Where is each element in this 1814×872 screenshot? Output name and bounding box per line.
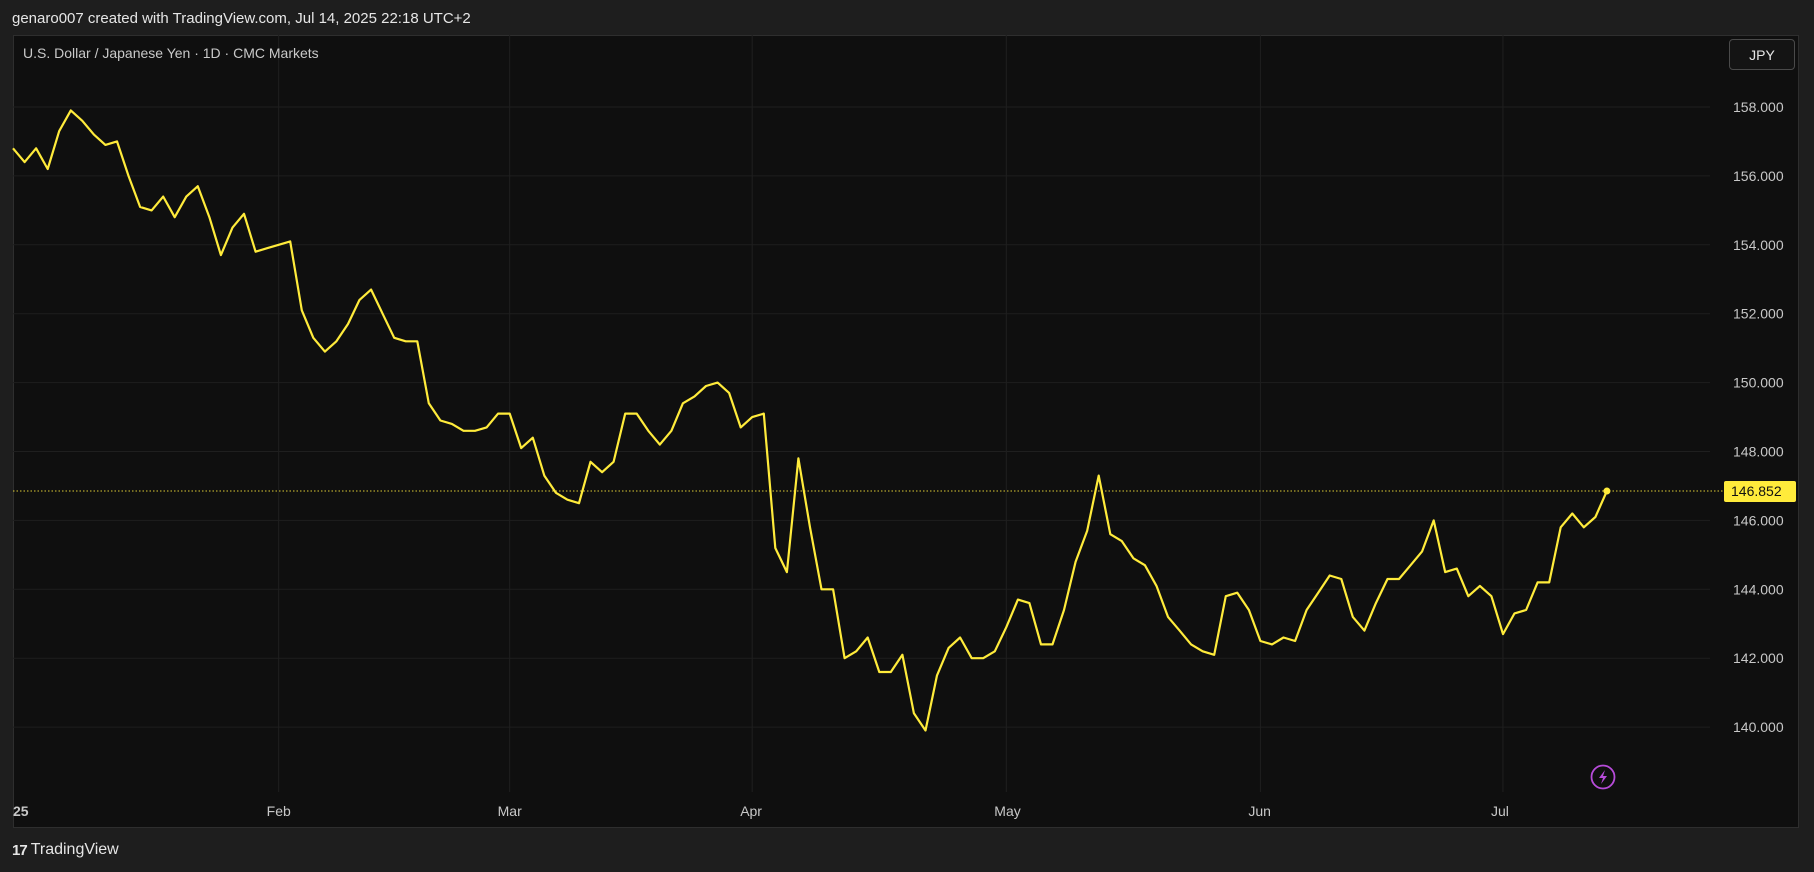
- y-tick-label: 158.000: [1733, 99, 1784, 115]
- y-tick-label: 146.000: [1733, 512, 1784, 528]
- y-tick-label: 152.000: [1733, 306, 1784, 322]
- y-tick-label: 154.000: [1733, 237, 1784, 253]
- x-tick-label: Jun: [1248, 803, 1271, 819]
- price-chart[interactable]: 140.000 142.000 144.000 146.000 148.000 150.0…: [0, 0, 1814, 872]
- y-tick-label: 150.000: [1733, 375, 1784, 391]
- y-tick-label: 144.000: [1733, 581, 1784, 597]
- grid: [13, 35, 1710, 792]
- y-tick-label: 148.000: [1733, 444, 1784, 460]
- lightning-icon[interactable]: [1590, 764, 1616, 790]
- tradingview-logo-icon[interactable]: 17 TradingView: [12, 841, 119, 859]
- price-series-line[interactable]: [12, 109, 1608, 732]
- y-tick-label: 140.000: [1733, 719, 1784, 735]
- x-tick-label: May: [994, 803, 1020, 819]
- last-price-layer: 146.852: [13, 481, 1796, 503]
- chart-title: U.S. Dollar / Japanese Yen · 1D · CMC Ma…: [23, 45, 319, 61]
- last-price-label: 146.852: [1731, 483, 1782, 499]
- last-price-point[interactable]: [1603, 487, 1611, 495]
- x-tick-label: Apr: [740, 803, 762, 819]
- footer: 17 TradingView: [0, 828, 1814, 872]
- y-tick-label: 156.000: [1733, 168, 1784, 184]
- x-tick-label: Jul: [1491, 803, 1509, 819]
- price-line-layer: [12, 109, 1608, 732]
- x-tick-label: 25: [13, 803, 29, 819]
- x-tick-label: Mar: [498, 803, 522, 819]
- brand-name: TradingView: [30, 841, 119, 858]
- brand-mark: 17: [12, 841, 28, 859]
- x-tick-label: Feb: [267, 803, 291, 819]
- y-tick-label: 142.000: [1733, 650, 1784, 666]
- currency-button[interactable]: JPY: [1729, 39, 1795, 70]
